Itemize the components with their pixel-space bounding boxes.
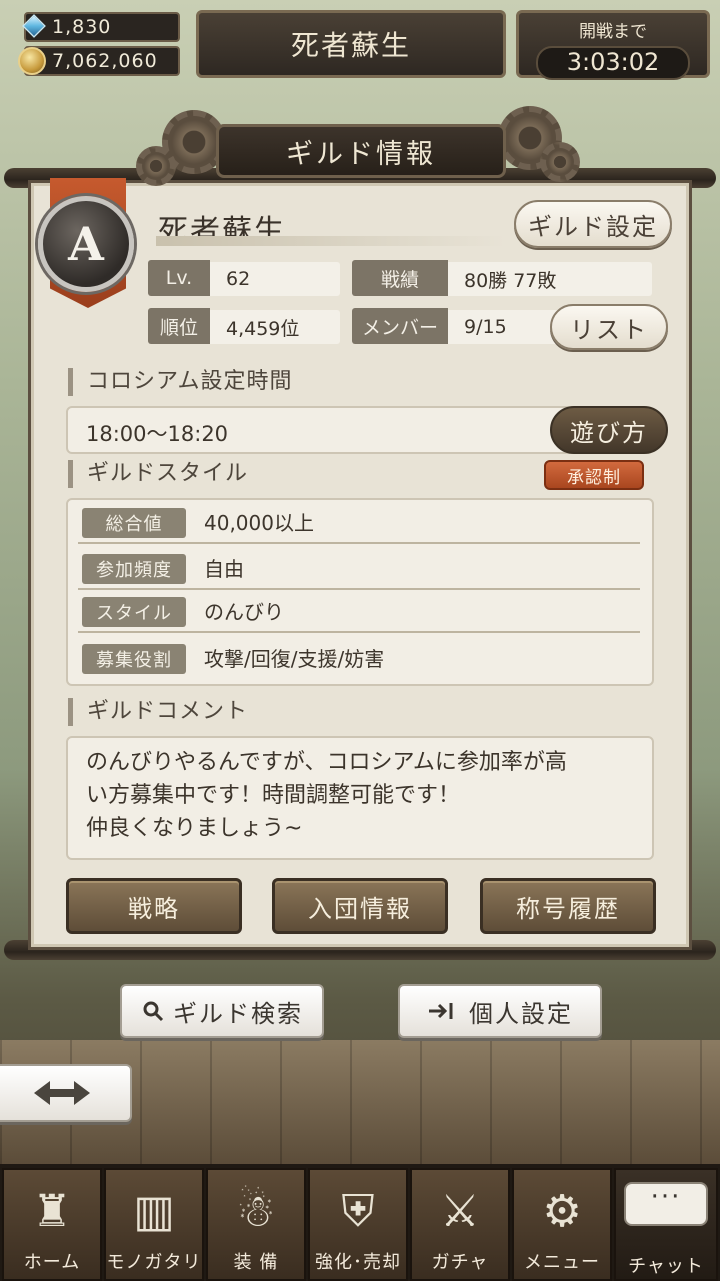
colosseum-time: 18:00〜18:20 xyxy=(86,422,229,446)
nav-gacha-label: ガチャ xyxy=(431,1252,489,1273)
enter-icon xyxy=(429,1003,453,1019)
nav-equip[interactable]: ☃ 装 備 xyxy=(206,1168,306,1281)
record-value: 80勝 77敗 xyxy=(448,262,652,296)
colosseum-section-title: コロシアム設定時間 xyxy=(68,368,292,396)
timer-value: 3:03:02 xyxy=(536,46,690,80)
record-label: 戦績 xyxy=(352,260,448,296)
nav-gacha[interactable]: ⚔ ガチャ xyxy=(410,1168,510,1281)
nav-home[interactable]: ♜ ホーム xyxy=(2,1168,102,1281)
personal-settings-button[interactable]: 個人設定 xyxy=(398,984,602,1038)
gear-decoration-small-right xyxy=(540,142,580,182)
rank-value: 4,459位 xyxy=(210,310,340,344)
nav-chat-label: チャット xyxy=(628,1256,704,1277)
join-info-button[interactable]: 入団情報 xyxy=(272,878,448,934)
nav-story-label: モノガタリ xyxy=(106,1252,202,1273)
gem-counter: 1,830 xyxy=(22,12,180,42)
personal-settings-label: 個人設定 xyxy=(469,999,573,1028)
panel-title-plate: ギルド情報 xyxy=(216,124,506,178)
crossed-swords-icon: ⚔ xyxy=(440,1186,480,1237)
coin-count: 7,062,060 xyxy=(52,50,158,72)
rank-letter: A xyxy=(68,217,104,271)
swap-side-button[interactable] xyxy=(0,1064,132,1122)
coin-counter: 7,062,060 xyxy=(18,46,180,76)
approval-badge: 承認制 xyxy=(544,460,644,490)
title-history-button[interactable]: 称号履歴 xyxy=(480,878,656,934)
search-icon xyxy=(143,1001,164,1022)
battle-timer: 開戦まで 3:03:02 xyxy=(516,10,710,80)
gem-count: 1,830 xyxy=(52,16,112,38)
nav-story[interactable]: ▥ モノガタリ xyxy=(104,1168,204,1281)
style-row-value: 40,000以上 xyxy=(204,511,314,535)
style-row-value: のんびり xyxy=(204,600,284,624)
style-row-recruit-roles: 募集役割 攻撃/回復/支援/妨害 xyxy=(78,640,640,680)
guild-search-label: ギルド検索 xyxy=(173,999,303,1028)
comment-line: 仲良くなりましょう~ xyxy=(86,816,303,841)
nav-menu-label: メニュー xyxy=(524,1252,600,1273)
style-row-value: 攻撃/回復/支援/妨害 xyxy=(204,647,385,671)
enhance-icon: ⛨ xyxy=(341,1186,375,1237)
level-label: Lv. xyxy=(148,260,210,296)
strategy-button[interactable]: 戦略 xyxy=(66,878,242,934)
gear-decoration-small-left xyxy=(136,146,176,186)
style-row-participation: 参加頻度 自由 xyxy=(78,550,640,590)
nav-chat[interactable]: ··· チャット xyxy=(614,1168,718,1281)
timer-label: 開戦まで xyxy=(579,22,647,42)
comment-line: い方募集中です！時間調整可能です！ xyxy=(86,783,461,808)
header-guild-name: 死者蘇生 xyxy=(290,29,411,62)
guild-search-button[interactable]: ギルド検索 xyxy=(120,984,324,1038)
puppet-icon: ☃ xyxy=(236,1186,276,1237)
style-row-label: スタイル xyxy=(82,597,186,627)
guild-comment-section-title: ギルドコメント xyxy=(68,698,248,726)
nav-equip-label: 装 備 xyxy=(233,1252,279,1273)
chat-bubble-icon: ··· xyxy=(624,1182,708,1226)
comment-line: のんびりやるんですが、コロシアムに参加率が高 xyxy=(86,750,567,775)
rank-label: 順位 xyxy=(148,308,210,344)
panel-title: ギルド情報 xyxy=(286,138,436,170)
level-value: 62 xyxy=(210,262,340,296)
style-row-total-power: 総合値 40,000以上 xyxy=(78,504,640,544)
nav-enhance[interactable]: ⛨ 強化･売却 xyxy=(308,1168,408,1281)
guild-rank-medal: A xyxy=(38,196,134,292)
style-row-label: 参加頻度 xyxy=(82,554,186,584)
style-row-playstyle: スタイル のんびり xyxy=(78,593,640,633)
style-row-label: 募集役割 xyxy=(82,644,186,674)
nav-enhance-label: 強化･売却 xyxy=(315,1252,401,1273)
book-icon: ▥ xyxy=(133,1186,175,1237)
style-row-label: 総合値 xyxy=(82,508,186,538)
how-to-play-button[interactable]: 遊び方 xyxy=(550,406,668,454)
castle-icon: ♜ xyxy=(32,1186,72,1237)
swap-arrows-icon xyxy=(34,1081,90,1105)
gem-icon xyxy=(22,14,46,38)
coin-icon xyxy=(18,47,46,75)
guild-settings-button[interactable]: ギルド設定 xyxy=(514,200,672,248)
style-row-value: 自由 xyxy=(204,557,244,581)
guild-name-plate: 死者蘇生 xyxy=(196,10,506,78)
guild-comment-box: のんびりやるんですが、コロシアムに参加率が高 い方募集中です！時間調整可能です！… xyxy=(66,736,654,860)
gears-icon: ⚙ xyxy=(542,1186,582,1237)
guild-style-section-title: ギルドスタイル xyxy=(68,460,248,488)
nav-menu[interactable]: ⚙ メニュー xyxy=(512,1168,612,1281)
guild-name-underline xyxy=(156,236,506,246)
member-list-button[interactable]: リスト xyxy=(550,304,668,350)
nav-home-label: ホーム xyxy=(23,1252,81,1273)
members-label: メンバー xyxy=(352,308,448,344)
